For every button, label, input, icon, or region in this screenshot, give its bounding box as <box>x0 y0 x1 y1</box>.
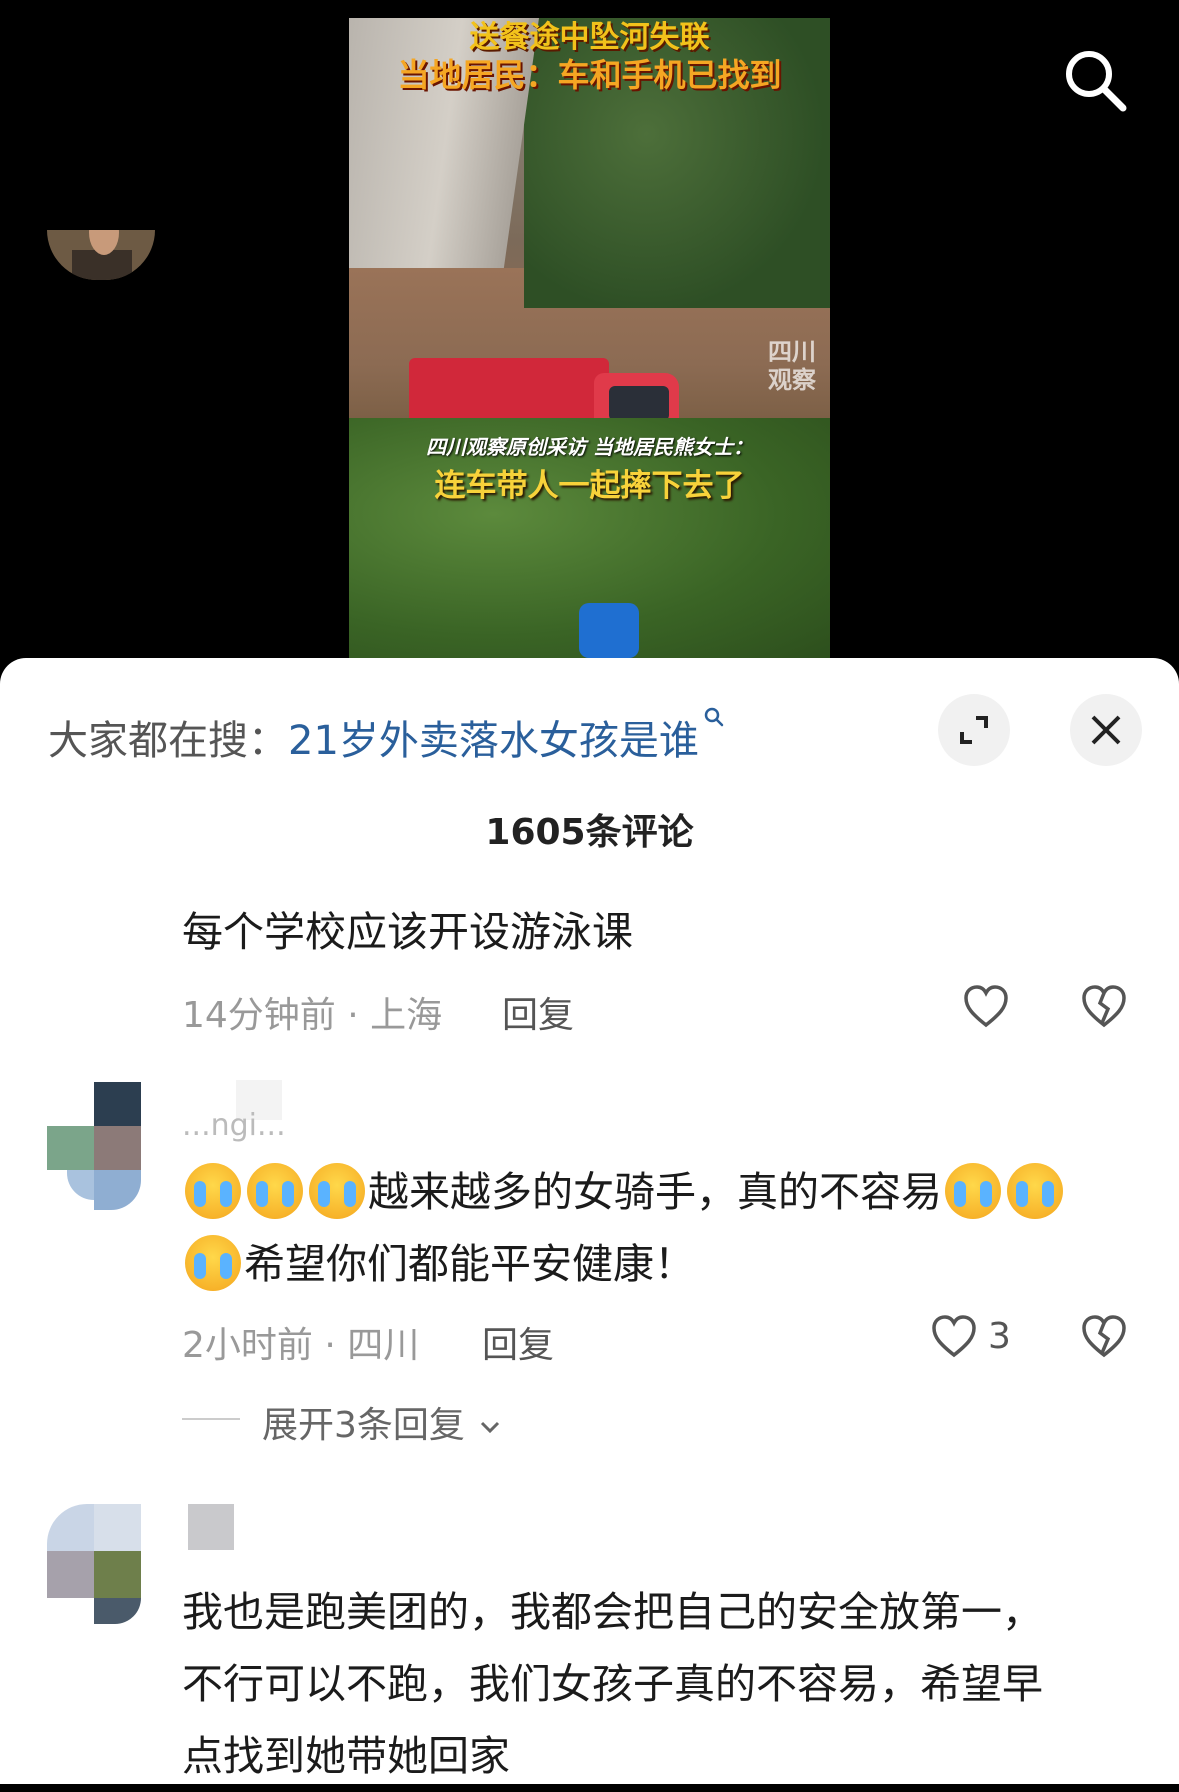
username[interactable]: ...ngi... <box>182 1108 286 1143</box>
heart-icon[interactable] <box>962 983 1010 1029</box>
expand-replies-label: 展开3条回复 <box>262 1405 465 1446</box>
comment-meta: 14分钟前 · 上海 <box>182 995 443 1036</box>
expand-icon <box>960 716 988 744</box>
heart-icon[interactable] <box>930 1313 978 1359</box>
comment-text: 点找到她带她回家 <box>182 1732 510 1780</box>
chevron-down-icon <box>481 1421 500 1434</box>
dislike-heart-icon[interactable] <box>1080 983 1128 1029</box>
username-badge <box>188 1504 234 1550</box>
close-button[interactable] <box>1070 694 1142 766</box>
comment-text-line2: 希望你们都能平安健康！ <box>244 1240 695 1288</box>
search-icon[interactable] <box>1060 45 1130 115</box>
crying-emoji-icon <box>945 1163 1001 1219</box>
comment-text: 不行可以不跑，我们女孩子真的不容易，希望早 <box>182 1660 1043 1708</box>
crying-emoji-icon <box>247 1163 303 1219</box>
close-icon <box>1091 715 1121 745</box>
like-count: 3 <box>988 1316 1011 1357</box>
video-caption-4: 连车带人一起摔下去了 <box>434 468 745 504</box>
comment-text: 每个学校应该开设游泳课 <box>182 908 633 956</box>
crying-emoji-icon <box>309 1163 365 1219</box>
crying-emoji-icon <box>185 1235 241 1291</box>
comment-count: 1605条评论 <box>485 812 694 853</box>
crying-emoji-icon <box>185 1163 241 1219</box>
blue-barrel <box>579 603 639 658</box>
video-player[interactable]: 送餐途中坠河失联 当地居民：车和手机已找到 四川观察原创采访 当地居民熊女士： … <box>349 18 830 658</box>
reply-button[interactable]: 回复 <box>482 1316 554 1368</box>
trending-prefix: 大家都在搜： <box>48 718 288 764</box>
video-caption-2: 当地居民：车和手机已找到 <box>397 56 782 94</box>
video-caption-3: 四川观察原创采访 当地居民熊女士： <box>426 435 753 459</box>
search-icon <box>704 707 724 727</box>
reply-button[interactable]: 回复 <box>502 986 574 1038</box>
expand-button[interactable] <box>938 694 1010 766</box>
comment-text: 我也是跑美团的，我都会把自己的安全放第一， <box>182 1588 1043 1636</box>
trending-search-bar[interactable]: 大家都在搜：21岁外卖落水女孩是谁 <box>48 707 725 766</box>
trending-keyword[interactable]: 21岁外卖落水女孩是谁 <box>288 718 699 764</box>
dislike-heart-icon[interactable] <box>1080 1313 1128 1359</box>
comment-text-line1: 越来越多的女骑手，真的不容易 <box>368 1168 942 1216</box>
comment-meta: 2小时前 · 四川 <box>182 1325 420 1366</box>
avatar[interactable] <box>47 230 155 280</box>
expand-divider <box>182 1418 240 1420</box>
crying-emoji-icon <box>1007 1163 1063 1219</box>
expand-replies-button[interactable]: 展开3条回复 <box>262 1396 504 1448</box>
comment-text: 越来越多的女骑手，真的不容易 <box>182 1156 1066 1228</box>
avatar[interactable] <box>47 1504 155 1624</box>
video-watermark: 四川观察 <box>768 338 816 394</box>
comment-text: 希望你们都能平安健康！ <box>182 1228 695 1300</box>
avatar[interactable] <box>47 1082 141 1212</box>
